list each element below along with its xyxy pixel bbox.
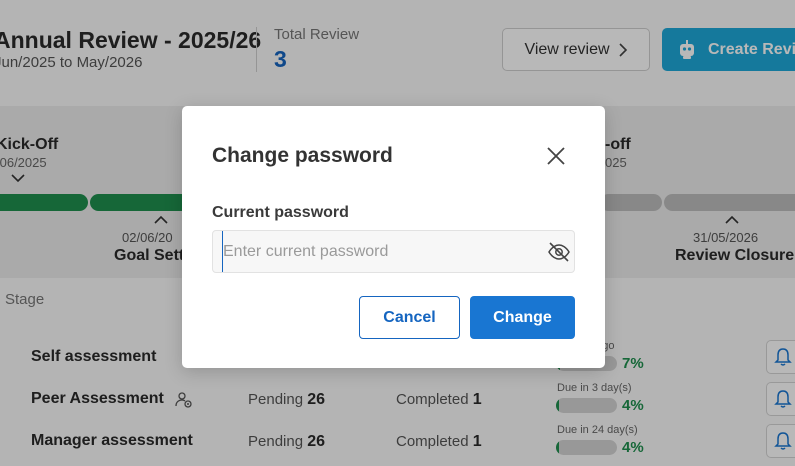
change-password-dialog: Change password Current password Cancel … [182,106,605,368]
current-password-field-wrapper [212,230,575,273]
eye-off-icon[interactable] [547,240,571,264]
close-icon[interactable] [544,144,568,168]
current-password-input[interactable] [222,231,542,272]
dialog-title: Change password [212,144,393,167]
current-password-label: Current password [212,204,349,221]
cancel-button[interactable]: Cancel [359,296,460,339]
change-button[interactable]: Change [470,296,575,339]
